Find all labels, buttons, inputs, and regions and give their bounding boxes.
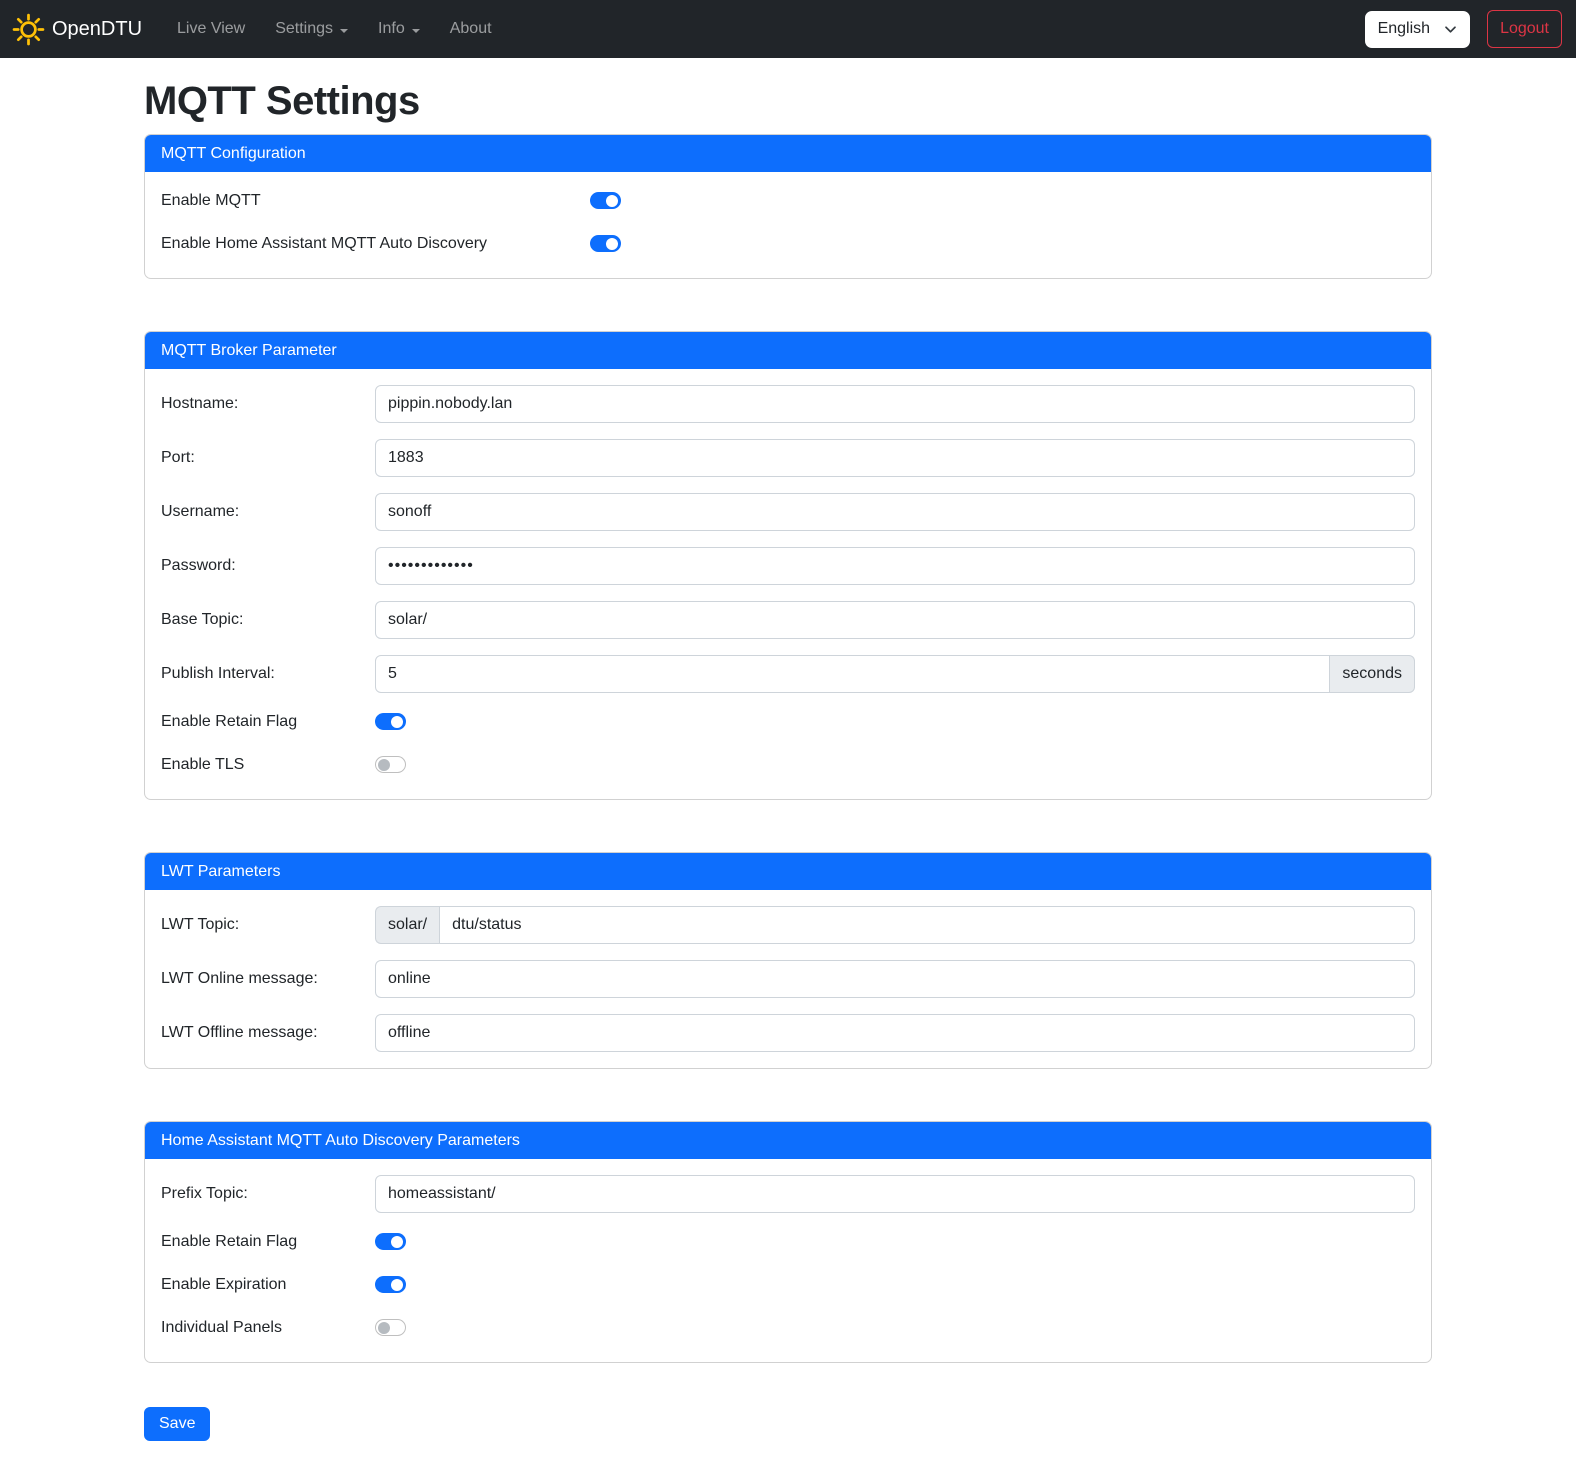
form-row: Enable Retain Flag <box>161 1229 1415 1254</box>
mqtt-broker-parameter-card: MQTT Broker Parameter Hostname: Port: Us… <box>144 331 1432 800</box>
field-label: Enable Expiration <box>161 1273 375 1297</box>
card-header: LWT Parameters <box>145 853 1431 890</box>
nav-item-label: Settings <box>275 20 333 38</box>
form-row: Hostname: <box>161 385 1415 423</box>
lwt-online-message-input[interactable] <box>375 960 1415 998</box>
hostname-input[interactable] <box>375 385 1415 423</box>
main-content: MQTT Settings MQTT Configuration Enable … <box>144 58 1432 1441</box>
field-label: Enable MQTT <box>161 189 590 213</box>
form-row: Prefix Topic: <box>161 1175 1415 1213</box>
navbar-right: English Logout <box>1365 10 1562 48</box>
form-row: Enable Home Assistant MQTT Auto Discover… <box>161 231 1415 256</box>
form-row: Enable MQTT <box>161 188 1415 213</box>
language-selected-value: English <box>1378 20 1430 38</box>
password-input[interactable] <box>375 547 1415 585</box>
navbar-left: OpenDTU Live View Settings Info About <box>12 12 507 46</box>
field-label: Individual Panels <box>161 1316 375 1340</box>
field-label: Enable Retain Flag <box>161 1230 375 1254</box>
brand-link[interactable]: OpenDTU <box>12 13 142 46</box>
base-topic-input[interactable] <box>375 601 1415 639</box>
navbar: OpenDTU Live View Settings Info About En… <box>0 0 1576 58</box>
enable-ha-auto-discovery-toggle[interactable] <box>590 235 621 252</box>
nav-item-label: About <box>450 20 492 38</box>
enable-expiration-toggle[interactable] <box>375 1276 406 1293</box>
card-header: MQTT Broker Parameter <box>145 332 1431 369</box>
prefix-topic-input[interactable] <box>375 1175 1415 1213</box>
form-row: Enable TLS <box>161 752 1415 777</box>
username-input[interactable] <box>375 493 1415 531</box>
enable-tls-toggle[interactable] <box>375 756 406 773</box>
nav-item-live-view[interactable]: Live View <box>162 12 260 46</box>
form-row: LWT Online message: <box>161 960 1415 998</box>
nav-item-info[interactable]: Info <box>363 12 435 46</box>
caret-down-icon <box>412 29 420 33</box>
field-label: Port: <box>161 446 375 470</box>
port-input[interactable] <box>375 439 1415 477</box>
field-label: Hostname: <box>161 392 375 416</box>
field-label: Enable Retain Flag <box>161 710 375 734</box>
form-row: Port: <box>161 439 1415 477</box>
brand-label: OpenDTU <box>52 18 142 41</box>
broker-enable-retain-flag-toggle[interactable] <box>375 713 406 730</box>
language-select[interactable]: English <box>1365 11 1470 48</box>
nav-item-label: Live View <box>177 20 245 38</box>
individual-panels-toggle[interactable] <box>375 1319 406 1336</box>
lwt-offline-message-input[interactable] <box>375 1014 1415 1052</box>
field-label: Enable TLS <box>161 753 375 777</box>
field-label: LWT Offline message: <box>161 1021 375 1045</box>
caret-down-icon <box>340 29 348 33</box>
field-label: Password: <box>161 554 375 578</box>
card-body: Hostname: Port: Username: Password: <box>145 369 1431 799</box>
lwt-topic-prefix-addon: solar/ <box>375 906 439 944</box>
field-label: Username: <box>161 500 375 524</box>
nav-item-about[interactable]: About <box>435 12 507 46</box>
lwt-topic-input[interactable] <box>439 906 1415 944</box>
save-button[interactable]: Save <box>144 1407 210 1441</box>
form-row: LWT Topic: solar/ <box>161 906 1415 944</box>
form-row: Enable Retain Flag <box>161 709 1415 734</box>
logout-button[interactable]: Logout <box>1487 10 1562 48</box>
card-header: MQTT Configuration <box>145 135 1431 172</box>
mqtt-configuration-card: MQTT Configuration Enable MQTT Enable Ho… <box>144 134 1432 279</box>
form-row: LWT Offline message: <box>161 1014 1415 1052</box>
form-row: Publish Interval: seconds <box>161 655 1415 693</box>
card-body: LWT Topic: solar/ LWT Online message: LW… <box>145 890 1431 1068</box>
card-header: Home Assistant MQTT Auto Discovery Param… <box>145 1122 1431 1159</box>
field-label: LWT Topic: <box>161 913 375 937</box>
seconds-unit-addon: seconds <box>1330 655 1415 693</box>
form-row: Enable Expiration <box>161 1272 1415 1297</box>
field-label: Enable Home Assistant MQTT Auto Discover… <box>161 232 590 256</box>
lwt-parameters-card: LWT Parameters LWT Topic: solar/ LWT Onl… <box>144 852 1432 1069</box>
page-title: MQTT Settings <box>144 79 1432 124</box>
nav-item-label: Info <box>378 20 405 38</box>
nav-item-settings[interactable]: Settings <box>260 12 363 46</box>
home-assistant-discovery-card: Home Assistant MQTT Auto Discovery Param… <box>144 1121 1432 1363</box>
field-label: Base Topic: <box>161 608 375 632</box>
sun-icon <box>12 13 45 46</box>
field-label: Prefix Topic: <box>161 1182 375 1206</box>
form-row: Username: <box>161 493 1415 531</box>
field-label: Publish Interval: <box>161 662 375 686</box>
enable-mqtt-toggle[interactable] <box>590 192 621 209</box>
field-label: LWT Online message: <box>161 967 375 991</box>
chevron-down-icon <box>1444 25 1457 34</box>
card-body: Enable MQTT Enable Home Assistant MQTT A… <box>145 172 1431 278</box>
form-row: Individual Panels <box>161 1315 1415 1340</box>
form-row: Base Topic: <box>161 601 1415 639</box>
hass-enable-retain-flag-toggle[interactable] <box>375 1233 406 1250</box>
form-row: Password: <box>161 547 1415 585</box>
card-body: Prefix Topic: Enable Retain Flag Enable … <box>145 1159 1431 1362</box>
publish-interval-input[interactable] <box>375 655 1330 693</box>
